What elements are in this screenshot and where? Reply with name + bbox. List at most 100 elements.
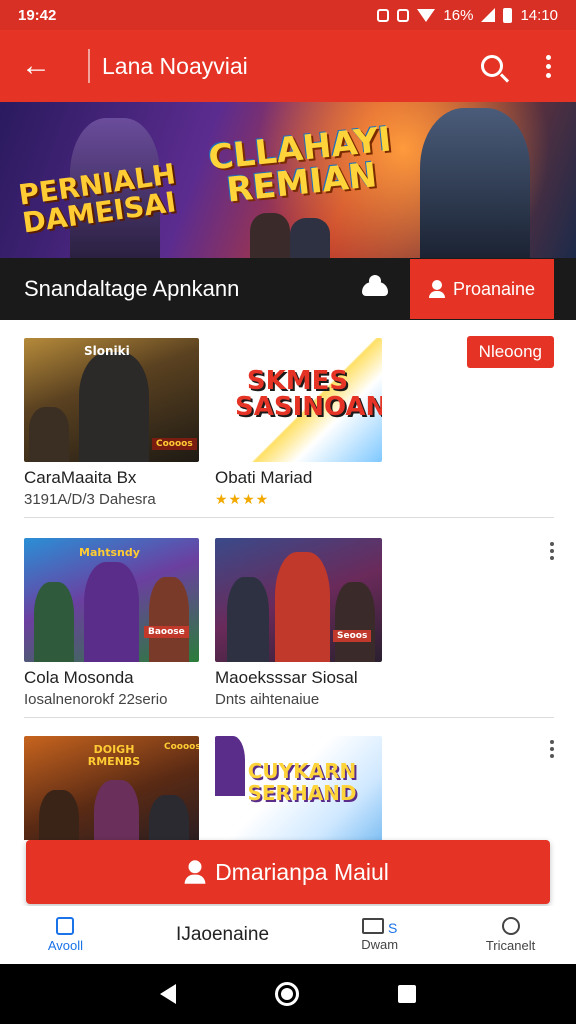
thumb-figure: [335, 582, 375, 662]
thumb-figure: [227, 577, 269, 662]
promo-button[interactable]: Proanaine: [410, 259, 554, 319]
sim-icon: [397, 8, 410, 22]
system-recents-button[interactable]: [398, 985, 417, 1003]
page-title: Lana Noayviai: [102, 52, 248, 79]
row-more-button[interactable]: [550, 542, 554, 560]
status-time: 19:42: [18, 6, 57, 24]
gallery-icon: [361, 918, 384, 934]
thumb-figure: [149, 577, 189, 662]
primary-action-button[interactable]: Dmarianpa Maiul: [26, 840, 550, 904]
game-title: CaraMaaita Bx: [24, 468, 137, 487]
game-subtitle: 3191A/D/3 Dahesra: [24, 491, 156, 508]
game-card[interactable]: CUYKARN SERHAND: [215, 736, 382, 840]
banner-side-title: PERNIALH DAMEISAI: [16, 157, 179, 240]
game-thumbnail: Mahtsndy Baoose: [24, 538, 199, 662]
arrow-left-icon: ←: [21, 49, 51, 82]
row-more-button[interactable]: [550, 740, 554, 758]
app-bar: ← Lana Noayviai: [0, 30, 576, 102]
nav-label: Tricanelt: [485, 938, 536, 953]
game-card[interactable]: Sloniki Coooos CaraMaaita Bx 3191A/D/3 D…: [24, 338, 199, 508]
list-row: Sloniki Coooos CaraMaaita Bx 3191A/D/3 D…: [0, 320, 576, 518]
person-icon: [428, 280, 445, 298]
banner-hero-small: [290, 218, 330, 258]
game-thumbnail: Sloniki Coooos: [24, 338, 199, 462]
status-bar: 19:42 16% 14:10: [0, 0, 576, 30]
status-icons: 16% 14:10: [377, 7, 558, 24]
home-icon: [56, 917, 75, 935]
nav-tab-gallery[interactable]: S Dwam: [314, 906, 445, 964]
nav-icon-group: S: [361, 918, 398, 937]
rating-stars: ★★★★: [215, 491, 270, 507]
cloud-icon: [362, 275, 388, 296]
game-card[interactable]: SKMES SASINOAN Obati Mariad ★★★★: [215, 338, 382, 508]
thumb-logo: DOIGH RMENBS: [87, 743, 141, 768]
game-card[interactable]: Seoos Maoeksssar Siosal Dnts aihtenaiue: [215, 538, 382, 708]
nav-label: Dwam: [361, 937, 399, 952]
thumb-figure: [29, 407, 69, 462]
game-list[interactable]: Sloniki Coooos CaraMaaita Bx 3191A/D/3 D…: [0, 320, 576, 840]
nav-tab-trending[interactable]: Tricanelt: [445, 906, 576, 964]
thumb-tag: Coooos: [152, 438, 197, 450]
battery-percent: 16%: [443, 6, 474, 24]
nav-label: Avooll: [47, 938, 84, 953]
promo-label: Proanaine: [452, 278, 536, 299]
nav-tab-home[interactable]: Avooll: [0, 906, 131, 964]
thumb-figure: [94, 780, 139, 840]
back-button[interactable]: ←: [0, 30, 72, 102]
battery-icon: [503, 7, 513, 23]
signal-icon: [481, 8, 496, 22]
bottom-nav: Avooll IJaoenaine S Dwam Tricanelt: [0, 906, 576, 964]
thumb-logo: Mahtsndy: [79, 546, 140, 559]
thumb-tag: Coooos: [164, 742, 199, 752]
thumb-figure: [275, 552, 330, 662]
thumb-tag: Seoos: [333, 630, 372, 642]
nav-tab-main[interactable]: IJaoenaine: [131, 906, 314, 964]
nav-label: IJaoenaine: [176, 924, 270, 945]
wifi-icon: [417, 8, 436, 22]
banner-hero-small: [250, 213, 290, 258]
game-thumbnail: DOIGH RMENBS Coooos: [24, 736, 199, 840]
search-icon: [481, 55, 503, 77]
thumb-logo: Sloniki: [84, 344, 130, 358]
thumb-figure: [39, 790, 79, 840]
game-card[interactable]: Mahtsndy Baoose Cola Mosonda Iosalnenoro…: [24, 538, 199, 708]
system-home-button[interactable]: [274, 982, 299, 1006]
system-nav-bar: [0, 964, 576, 1024]
list-row: DOIGH RMENBS Coooos CUYKARN SERHAND: [0, 718, 576, 840]
game-subtitle: Dnts aihtenaiue: [215, 691, 320, 708]
circle-icon: [501, 917, 520, 935]
notification-icon: [377, 8, 390, 22]
hero-banner[interactable]: PERNIALH DAMEISAI CLLAHAYI REMIAN: [0, 102, 576, 258]
row-divider: [24, 517, 554, 518]
status-badge[interactable]: Nleoong: [466, 336, 554, 368]
game-title: Maoeksssar Siosal: [215, 668, 358, 687]
thumb-figure: [34, 582, 74, 662]
game-thumbnail: CUYKARN SERHAND: [215, 736, 382, 840]
banner-hero-right: [420, 108, 530, 258]
thumb-figure: [84, 562, 139, 662]
game-subtitle: Iosalnenorokf 22serio: [24, 691, 168, 708]
thumb-tag: Baoose: [144, 626, 189, 638]
cta-label: Dmarianpa Maiul: [215, 858, 389, 885]
person-icon: [184, 860, 206, 884]
section-title: Snandaltage Apnkann: [24, 276, 240, 301]
list-row: Mahtsndy Baoose Cola Mosonda Iosalnenoro…: [0, 520, 576, 718]
thumb-logo: CUYKARN SERHAND: [247, 759, 357, 805]
search-button[interactable]: [464, 30, 520, 102]
thumb-logo: SKMES SASINOAN: [235, 366, 382, 422]
more-vert-icon: [545, 54, 551, 78]
system-back-button[interactable]: [159, 984, 176, 1004]
game-title: Obati Mariad: [215, 468, 313, 487]
game-thumbnail: SKMES SASINOAN: [215, 338, 382, 462]
game-card[interactable]: DOIGH RMENBS Coooos: [24, 736, 199, 840]
status-clock: 14:10: [520, 6, 558, 24]
more-button[interactable]: [520, 30, 576, 102]
nav-badge: S: [387, 919, 398, 936]
banner-main-title: CLLAHAYI REMIAN: [206, 119, 394, 211]
thumb-figure: [79, 352, 149, 462]
thumb-figure: [149, 795, 189, 840]
cloud-button[interactable]: [340, 275, 410, 296]
game-title: Cola Mosonda: [24, 668, 134, 687]
game-thumbnail: Seoos: [215, 538, 382, 662]
section-header: Snandaltage Apnkann Proanaine: [0, 258, 576, 320]
